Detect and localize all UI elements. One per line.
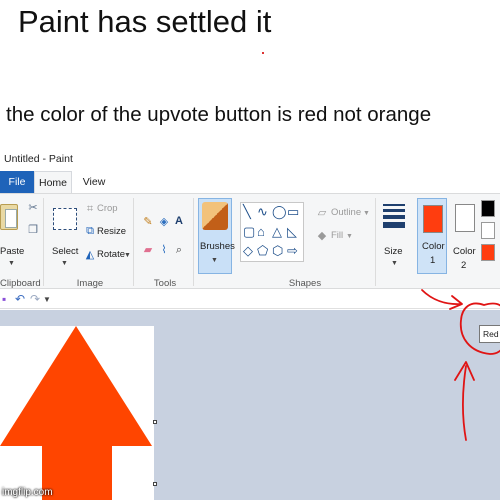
rounded-rect-shape-icon[interactable]: ▢: [243, 225, 255, 239]
stray-dot: [262, 52, 264, 54]
ribbon: ✂ ❐ Paste ▼ Clipboard Select ▼ ⌗ Crop ⧉ …: [0, 193, 500, 289]
canvas-resize-handle[interactable]: [153, 482, 157, 486]
triangle-shape-icon[interactable]: △: [272, 225, 282, 239]
color1-button[interactable]: Color 1: [417, 198, 447, 274]
palette-swatch-red[interactable]: [481, 244, 495, 261]
color1-swatch: [423, 205, 443, 233]
text-icon[interactable]: A: [173, 215, 185, 227]
chevron-down-icon[interactable]: ▼: [346, 233, 353, 240]
chevron-down-icon: ▼: [211, 257, 218, 264]
fill-icon[interactable]: ◆: [316, 230, 328, 242]
hexagon-shape-icon[interactable]: ⬡: [272, 244, 283, 258]
redo-icon[interactable]: ↷: [30, 292, 40, 306]
group-divider: [193, 198, 194, 286]
drawing-canvas[interactable]: [0, 326, 154, 500]
undo-icon[interactable]: ↶: [15, 292, 25, 306]
outline-label[interactable]: Outline: [331, 207, 361, 218]
meme-header: Paint has settled it the color of the up…: [0, 0, 500, 150]
pencil-icon[interactable]: ✎: [142, 216, 154, 228]
copy-icon[interactable]: ❐: [27, 224, 39, 236]
tab-home[interactable]: Home: [34, 171, 72, 193]
resize-icon[interactable]: ⧉: [84, 225, 96, 237]
title-bar: Untitled - Paint: [0, 147, 500, 171]
chevron-down-icon[interactable]: ▼: [391, 260, 398, 267]
customize-toolbar-icon[interactable]: ▼: [43, 295, 51, 304]
line-shape-icon[interactable]: ╲: [243, 205, 251, 219]
paint-window: Untitled - Paint File Home View ✂ ❐ Past…: [0, 147, 500, 500]
upvote-arrow-shape: [0, 326, 152, 500]
magnifier-icon[interactable]: ⌕: [173, 244, 185, 256]
polygon-shape-icon[interactable]: ⌂: [257, 225, 265, 239]
rectangle-shape-icon[interactable]: ▭: [287, 205, 299, 219]
color-tooltip: Red: [479, 325, 500, 343]
rotate-label[interactable]: Rotate: [97, 249, 125, 260]
diamond-shape-icon[interactable]: ◇: [243, 244, 253, 258]
color1-number: 1: [430, 255, 436, 266]
group-label-clipboard: Clipboard: [0, 278, 41, 289]
color1-label: Color: [422, 241, 445, 252]
cut-icon[interactable]: ✂: [27, 202, 39, 214]
chevron-down-icon[interactable]: ▼: [363, 210, 370, 217]
group-divider: [133, 198, 134, 286]
ribbon-tabs: File Home View: [0, 171, 500, 193]
select-icon[interactable]: [53, 208, 77, 230]
size-label[interactable]: Size: [384, 246, 402, 257]
oval-shape-icon[interactable]: ◯: [272, 205, 287, 219]
group-divider: [375, 198, 376, 286]
crop-label[interactable]: Crop: [97, 203, 118, 214]
group-divider: [43, 198, 44, 286]
canvas-resize-handle[interactable]: [153, 420, 157, 424]
fill-bucket-icon[interactable]: ◈: [158, 216, 170, 228]
chevron-down-icon[interactable]: ▼: [61, 260, 68, 267]
eraser-icon[interactable]: ▰: [142, 244, 154, 256]
chevron-down-icon[interactable]: ▼: [124, 252, 131, 259]
shapes-gallery[interactable]: ╲ ∿ ◯ ▭ ▢ ⌂ △ ◺ ◇ ⬠ ⬡ ⇨: [240, 202, 304, 262]
group-label-image: Image: [76, 278, 104, 289]
color2-swatch[interactable]: [455, 204, 475, 232]
brush-icon: [202, 202, 228, 230]
outline-icon[interactable]: ▱: [316, 207, 328, 219]
arrow-shape-icon[interactable]: ⇨: [287, 244, 298, 258]
color2-label[interactable]: Color: [453, 246, 476, 257]
paste-icon[interactable]: [0, 204, 18, 230]
watermark: imgflip.com: [2, 487, 53, 498]
group-label-shapes: Shapes: [288, 278, 322, 289]
rotate-icon[interactable]: ◭: [84, 249, 96, 261]
tab-view[interactable]: View: [78, 171, 110, 193]
pentagon-shape-icon[interactable]: ⬠: [257, 244, 268, 258]
resize-label[interactable]: Resize: [97, 226, 126, 237]
palette-swatch-white[interactable]: [481, 222, 495, 239]
tab-file[interactable]: File: [0, 171, 34, 193]
palette-swatch-black[interactable]: [481, 200, 495, 217]
size-icon[interactable]: [383, 204, 405, 231]
right-triangle-shape-icon[interactable]: ◺: [287, 225, 297, 239]
brushes-button[interactable]: Brushes ▼: [198, 198, 235, 274]
quick-access-bar: ▪ ↶ ↷ ▼: [0, 289, 500, 309]
brushes-label: Brushes: [200, 241, 235, 252]
workspace: [0, 310, 500, 500]
select-label[interactable]: Select: [52, 246, 78, 257]
color-picker-icon[interactable]: ⌇: [158, 244, 170, 256]
curve-shape-icon[interactable]: ∿: [257, 205, 268, 219]
window-title: Untitled - Paint: [4, 153, 73, 165]
meme-title: Paint has settled it: [18, 4, 272, 39]
color2-number[interactable]: 2: [461, 260, 466, 271]
fill-label[interactable]: Fill: [331, 230, 343, 241]
meme-caption: the color of the upvote button is red no…: [6, 103, 432, 126]
chevron-down-icon[interactable]: ▼: [8, 260, 15, 267]
upvote-arrow-drawing: [0, 326, 152, 500]
paste-label[interactable]: Paste: [0, 246, 24, 257]
group-label-tools: Tools: [153, 278, 177, 289]
save-icon[interactable]: ▪: [2, 292, 6, 306]
crop-icon[interactable]: ⌗: [84, 203, 96, 215]
